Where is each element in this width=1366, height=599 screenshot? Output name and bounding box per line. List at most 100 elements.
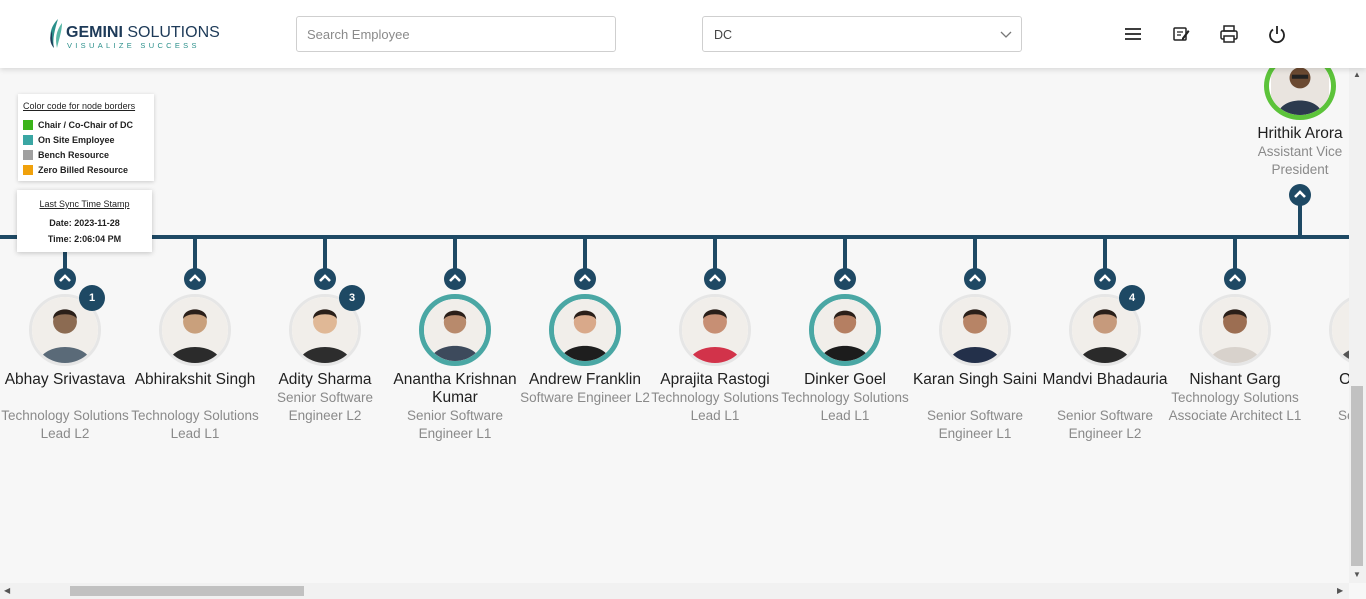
app-header: GEMINI SOLUTIONS VISUALIZE SUCCESS DC <box>0 0 1366 68</box>
scroll-left-icon[interactable]: ◀ <box>4 586 10 595</box>
tree-connector <box>323 237 327 270</box>
employee-role: Technology Solutions Lead L1 <box>131 408 259 441</box>
scroll-right-icon[interactable]: ▶ <box>1337 586 1343 595</box>
chevron-up-icon <box>59 274 71 282</box>
edit-note-icon[interactable] <box>1171 24 1191 44</box>
expand-toggle[interactable] <box>444 268 466 290</box>
tree-connector <box>583 237 587 270</box>
sync-timestamp-box: Last Sync Time Stamp Date: 2023-11-28 Ti… <box>17 190 152 252</box>
employee-name: Karan Singh Saini <box>912 371 1038 388</box>
employee-role: Senior Software Engineer L1 <box>406 408 504 441</box>
employee-node[interactable]: Aprajita Rastogi Technology Solutions Le… <box>650 268 780 468</box>
person-photo <box>1202 297 1268 363</box>
logo-title: GEMINI SOLUTIONS <box>66 24 220 41</box>
employee-name: Dinker Goel <box>804 371 886 388</box>
person-photo <box>424 299 486 361</box>
expand-toggle[interactable] <box>704 268 726 290</box>
sync-time: Time: 2:06:04 PM <box>47 234 122 244</box>
power-icon[interactable] <box>1267 24 1287 44</box>
reportee-count-badge[interactable]: 3 <box>339 285 365 311</box>
chevron-up-icon <box>839 274 851 282</box>
employee-node[interactable]: 1 Abhay Srivastava Technology Solutions … <box>0 268 130 468</box>
sync-date: Date: 2023-11-28 <box>49 218 120 228</box>
scroll-down-icon[interactable]: ▼ <box>1353 570 1361 579</box>
menu-icon[interactable] <box>1123 24 1143 44</box>
legend-swatch <box>23 135 33 145</box>
legend-swatch <box>23 150 33 160</box>
tree-connector <box>843 237 847 270</box>
expand-toggle[interactable] <box>314 268 336 290</box>
expand-toggle[interactable] <box>1094 268 1116 290</box>
tree-connector <box>1103 237 1107 270</box>
expand-toggle[interactable] <box>574 268 596 290</box>
employee-role: Senior Software Engineer L2 <box>1056 408 1154 441</box>
color-legend: Color code for node borders Chair / Co-C… <box>18 94 154 181</box>
employee-node[interactable]: Karan Singh Saini Senior Software Engine… <box>910 268 1040 468</box>
horizontal-scrollbar[interactable]: ◀ ▶ <box>0 583 1349 599</box>
expand-toggle[interactable] <box>1224 268 1246 290</box>
employee-avatar[interactable] <box>159 294 231 366</box>
horizontal-scroll-thumb[interactable] <box>70 586 304 596</box>
gemini-logo[interactable]: GEMINI SOLUTIONS VISUALIZE SUCCESS <box>46 17 220 51</box>
employee-avatar[interactable] <box>939 294 1011 366</box>
chevron-up-icon <box>1229 274 1241 282</box>
logo-tagline: VISUALIZE SUCCESS <box>67 41 200 50</box>
legend-title: Color code for node borders <box>23 101 136 111</box>
leaf-logo-icon <box>50 19 62 48</box>
person-photo <box>682 297 748 363</box>
scroll-up-icon[interactable]: ▲ <box>1353 70 1361 79</box>
tree-connector <box>453 237 457 270</box>
expand-toggle[interactable] <box>54 268 76 290</box>
employee-avatar[interactable] <box>419 294 491 366</box>
employee-name: Adity Sharma <box>278 371 372 388</box>
employee-role: Software Engineer L2 <box>520 390 650 405</box>
vertical-scroll-thumb[interactable] <box>1351 386 1363 566</box>
department-select-value: DC <box>714 28 733 42</box>
tree-connector <box>1233 237 1237 270</box>
employee-avatar[interactable] <box>679 294 751 366</box>
department-select[interactable]: DC <box>702 16 1022 52</box>
legend-label: On Site Employee <box>38 135 115 145</box>
chevron-up-icon <box>1099 274 1111 282</box>
employee-role: Senior Software Engineer L2 <box>276 390 374 423</box>
employee-avatar[interactable] <box>809 294 881 366</box>
person-photo <box>814 299 876 361</box>
expand-toggle[interactable] <box>834 268 856 290</box>
employee-node[interactable]: 3 Adity Sharma Senior Software Engineer … <box>260 268 390 468</box>
employee-name: Abhay Srivastava <box>4 371 126 388</box>
print-icon[interactable] <box>1219 24 1239 44</box>
employee-avatar[interactable] <box>1199 294 1271 366</box>
chevron-up-icon <box>189 274 201 282</box>
chevron-up-icon <box>1294 190 1306 198</box>
legend-swatch <box>23 120 33 130</box>
employee-name: Aprajita Rastogi <box>660 371 770 388</box>
employee-node[interactable]: Abhirakshit Singh Technology Solutions L… <box>130 268 260 468</box>
employee-role: Technology Solutions Associate Architect… <box>1168 390 1302 423</box>
employee-role: Technology Solutions Lead L1 <box>781 390 909 423</box>
employee-node[interactable]: Andrew Franklin Software Engineer L2 <box>520 268 650 468</box>
employee-name: Mandvi Bhadauria <box>1042 371 1168 388</box>
person-photo <box>554 299 616 361</box>
sync-title: Last Sync Time Stamp <box>39 199 130 209</box>
employee-node[interactable]: Nishant Garg Technology Solutions Associ… <box>1169 268 1301 468</box>
vertical-scrollbar[interactable]: ▲ ▼ <box>1349 68 1366 583</box>
employee-name: Andrew Franklin <box>529 371 641 388</box>
collapse-toggle[interactable] <box>1289 184 1311 206</box>
tree-connector <box>193 237 197 270</box>
legend-label: Zero Billed Resource <box>38 165 129 175</box>
employee-node[interactable]: Dinker Goel Technology Solutions Lead L1 <box>780 268 910 468</box>
search-employee-input[interactable] <box>296 16 616 52</box>
legend-label: Bench Resource <box>38 150 110 160</box>
expand-toggle[interactable] <box>964 268 986 290</box>
reportee-count-badge[interactable]: 1 <box>79 285 105 311</box>
chevron-down-icon <box>1000 31 1012 38</box>
expand-toggle[interactable] <box>184 268 206 290</box>
legend-label: Chair / Co-Chair of DC <box>38 120 134 130</box>
employee-name: Anantha Krishnan Kumar <box>393 371 517 406</box>
employee-node[interactable]: Anantha Krishnan Kumar Senior Software E… <box>390 268 520 468</box>
employee-avatar[interactable] <box>549 294 621 366</box>
employee-node[interactable]: 4 Mandvi Bhadauria Senior Software Engin… <box>1040 268 1170 468</box>
reportee-count-badge[interactable]: 4 <box>1119 285 1145 311</box>
chevron-up-icon <box>709 274 721 282</box>
manager-role: Assistant Vice President <box>1257 144 1343 177</box>
